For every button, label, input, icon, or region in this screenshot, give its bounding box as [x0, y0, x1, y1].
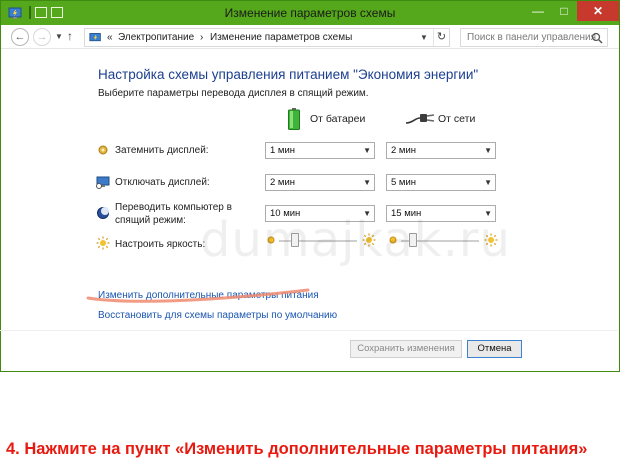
column-header-battery: От батареи: [310, 113, 366, 125]
row-label-dim-display: Затемнить дисплей:: [115, 145, 209, 156]
highlight-underline: [86, 288, 310, 303]
close-button[interactable]: ✕: [577, 1, 619, 21]
chevron-down-icon: ▼: [484, 146, 492, 155]
up-arrow-icon[interactable]: ↑: [67, 29, 73, 43]
search-input[interactable]: Поиск в панели управления: [460, 28, 608, 47]
power-plug-icon: [405, 114, 435, 124]
battery-icon: [288, 108, 300, 130]
power-options-icon: [89, 33, 101, 42]
dim-display-icon: [98, 145, 108, 155]
address-bar[interactable]: « Электропитание › Изменение параметров …: [84, 28, 450, 47]
save-changes-button[interactable]: Сохранить изменения: [350, 340, 462, 358]
refresh-icon[interactable]: ↻: [433, 29, 449, 46]
turn-off-display-ac-select[interactable]: 5 мин ▼: [386, 174, 496, 191]
restore-defaults-link[interactable]: Восстановить для схемы параметры по умол…: [98, 310, 337, 321]
forward-button[interactable]: →: [33, 28, 51, 46]
search-icon[interactable]: [591, 32, 603, 44]
turn-off-display-battery-select[interactable]: 2 мин ▼: [265, 174, 375, 191]
page-title: Настройка схемы управления питанием "Эко…: [98, 67, 479, 82]
turn-off-display-icon: [96, 176, 110, 189]
chevron-down-icon: ▼: [484, 178, 492, 187]
dim-display-ac-select[interactable]: 2 мин ▼: [386, 142, 496, 159]
maximize-button[interactable]: □: [551, 1, 577, 21]
row-label-brightness: Настроить яркость:: [115, 239, 206, 250]
navigation-bar: ← → ▼ ↑ « Электропитание › Изменение пар…: [1, 25, 619, 49]
brightness-icon: [96, 236, 110, 250]
select-value: 5 мин: [391, 177, 417, 188]
back-button[interactable]: ←: [11, 28, 29, 46]
title-bar: Изменение параметров схемы — □ ✕: [1, 1, 619, 25]
breadcrumb-power-options[interactable]: Электропитание: [118, 29, 194, 46]
sleep-icon: [97, 207, 109, 219]
breadcrumb-overflow[interactable]: «: [107, 29, 113, 46]
instruction-caption: 4. Нажмите на пункт «Изменить дополнител…: [6, 440, 588, 458]
select-value: 2 мин: [391, 145, 417, 156]
search-placeholder: Поиск в панели управления: [467, 32, 597, 43]
breadcrumb-edit-plan[interactable]: Изменение параметров схемы: [210, 29, 352, 46]
page-subtitle: Выберите параметры перевода дисплея в сп…: [98, 88, 369, 99]
watermark: dumajkak.ru: [200, 212, 511, 268]
cancel-button[interactable]: Отмена: [467, 340, 522, 358]
breadcrumb-separator[interactable]: ›: [200, 29, 203, 46]
dim-display-battery-select[interactable]: 1 мин ▼: [265, 142, 375, 159]
chevron-down-icon: ▼: [363, 178, 371, 187]
select-value: 2 мин: [270, 177, 296, 188]
bottom-divider: [0, 330, 618, 331]
row-label-turn-off-display: Отключать дисплей:: [115, 177, 210, 188]
column-header-ac: От сети: [438, 113, 476, 125]
minimize-button[interactable]: —: [525, 1, 551, 21]
select-value: 1 мин: [270, 145, 296, 156]
chevron-down-icon: ▼: [363, 146, 371, 155]
recent-locations-icon[interactable]: ▼: [55, 32, 63, 41]
address-dropdown-icon[interactable]: ▼: [417, 29, 431, 46]
